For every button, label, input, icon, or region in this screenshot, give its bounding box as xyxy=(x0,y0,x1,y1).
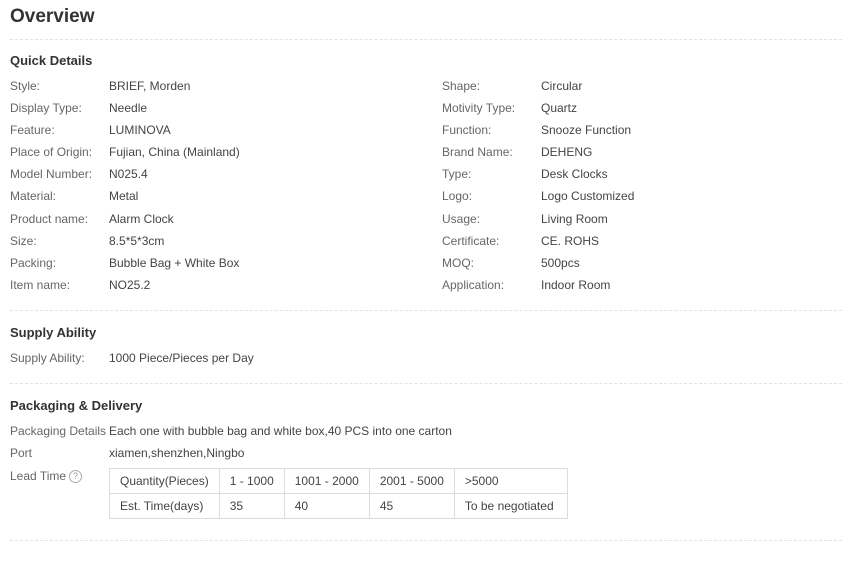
detail-value: Needle xyxy=(109,101,148,115)
detail-row-size: Size: 8.5*5*3cm xyxy=(10,233,164,249)
detail-label: Type: xyxy=(442,167,472,181)
detail-label: Material: xyxy=(10,189,57,203)
supply-ability-heading: Supply Ability xyxy=(10,325,97,340)
detail-label: Application: xyxy=(442,278,505,292)
detail-row-product-name: Product name: Alarm Clock xyxy=(10,211,174,227)
detail-value: Circular xyxy=(541,79,583,93)
table-cell: To be negotiated xyxy=(453,493,568,519)
port-row: Port xiamen,shenzhen,Ningbo xyxy=(10,445,244,461)
detail-value: Quartz xyxy=(541,101,578,115)
lead-time-table: Quantity(Pieces) 1 - 1000 1001 - 2000 20… xyxy=(109,468,568,519)
detail-label: Style: xyxy=(10,79,41,93)
detail-value: BRIEF, Morden xyxy=(109,79,191,93)
detail-row-usage: Usage: Living Room xyxy=(442,211,608,227)
detail-value: Desk Clocks xyxy=(541,167,608,181)
detail-row-material: Material: Metal xyxy=(10,188,138,204)
detail-value: Metal xyxy=(109,189,139,203)
detail-label: Feature: xyxy=(10,123,55,137)
detail-row-item-name: Item name: NO25.2 xyxy=(10,277,150,293)
detail-label: Supply Ability: xyxy=(10,351,85,365)
detail-value: xiamen,shenzhen,Ningbo xyxy=(109,446,245,460)
detail-label: Motivity Type: xyxy=(442,101,516,115)
detail-value: Alarm Clock xyxy=(109,212,174,226)
quick-details-heading: Quick Details xyxy=(10,53,93,68)
page-title: Overview xyxy=(10,6,95,27)
table-cell: 40 xyxy=(283,493,370,519)
detail-label: Model Number: xyxy=(10,167,93,181)
packaging-delivery-heading: Packaging & Delivery xyxy=(10,398,143,413)
table-cell: Est. Time(days) xyxy=(109,493,220,519)
detail-row-moq: MOQ: 500pcs xyxy=(442,255,580,271)
overview-page: Overview Quick Details Style: BRIEF, Mord… xyxy=(0,0,850,570)
detail-value: Living Room xyxy=(541,212,608,226)
detail-value: Each one with bubble bag and white box,4… xyxy=(109,424,452,438)
divider xyxy=(10,540,842,541)
detail-row-type: Type: Desk Clocks xyxy=(442,166,608,182)
detail-row-style: Style: BRIEF, Morden xyxy=(10,78,190,94)
table-cell: 45 xyxy=(368,493,455,519)
lead-time-label-row: Lead Time? xyxy=(10,468,83,484)
table-cell: Quantity(Pieces) xyxy=(109,468,220,494)
divider xyxy=(10,383,842,384)
detail-label: Display Type: xyxy=(10,101,82,115)
detail-row-logo: Logo: Logo Customized xyxy=(442,188,634,204)
detail-value: 1000 Piece/Pieces per Day xyxy=(109,351,254,365)
table-cell: >5000 xyxy=(453,468,568,494)
detail-row-shape: Shape: Circular xyxy=(442,78,582,94)
detail-label: Product name: xyxy=(10,212,89,226)
table-cell: 2001 - 5000 xyxy=(368,468,455,494)
divider xyxy=(10,310,842,311)
detail-value: DEHENG xyxy=(541,145,593,159)
detail-label: MOQ: xyxy=(442,256,474,270)
detail-row-function: Function: Snooze Function xyxy=(442,122,631,138)
detail-row-model-number: Model Number: N025.4 xyxy=(10,166,148,182)
lead-time-label: Lead Time xyxy=(10,469,67,483)
table-cell: 1 - 1000 xyxy=(218,468,285,494)
detail-label: Item name: xyxy=(10,278,71,292)
detail-label: Port xyxy=(10,446,33,460)
table-cell: 1001 - 2000 xyxy=(283,468,370,494)
detail-label: Packaging Details xyxy=(10,424,107,438)
detail-value: CE. ROHS xyxy=(541,234,600,248)
detail-value: N025.4 xyxy=(109,167,148,181)
detail-value: Bubble Bag + White Box xyxy=(109,256,240,270)
detail-value: 500pcs xyxy=(541,256,580,270)
detail-row-place-of-origin: Place of Origin: Fujian, China (Mainland) xyxy=(10,144,240,160)
table-row: Quantity(Pieces) 1 - 1000 1001 - 2000 20… xyxy=(109,468,568,494)
detail-label: Logo: xyxy=(442,189,473,203)
detail-value: 8.5*5*3cm xyxy=(109,234,165,248)
detail-row-feature: Feature: LUMINOVA xyxy=(10,122,171,138)
detail-label: Shape: xyxy=(442,79,481,93)
detail-value: NO25.2 xyxy=(109,278,151,292)
detail-row-display-type: Display Type: Needle xyxy=(10,100,147,116)
detail-row-brand-name: Brand Name: DEHENG xyxy=(442,144,592,160)
help-icon[interactable]: ? xyxy=(69,470,83,484)
detail-value: LUMINOVA xyxy=(109,123,171,137)
table-cell: 35 xyxy=(218,493,285,519)
detail-label: Certificate: xyxy=(442,234,500,248)
detail-label: Size: xyxy=(10,234,37,248)
detail-label: Function: xyxy=(442,123,492,137)
detail-label: Usage: xyxy=(442,212,481,226)
table-row: Est. Time(days) 35 40 45 To be negotiate… xyxy=(109,493,568,519)
detail-row-packing: Packing: Bubble Bag + White Box xyxy=(10,255,239,271)
packaging-details-row: Packaging Details Each one with bubble ba… xyxy=(10,423,452,439)
detail-label: Brand Name: xyxy=(442,145,513,159)
detail-value: Fujian, China (Mainland) xyxy=(109,145,240,159)
detail-row-motivity-type: Motivity Type: Quartz xyxy=(442,100,577,116)
detail-value: Logo Customized xyxy=(541,189,635,203)
divider xyxy=(10,39,842,40)
supply-ability-row: Supply Ability: 1000 Piece/Pieces per Day xyxy=(10,350,254,366)
detail-value: Snooze Function xyxy=(541,123,632,137)
detail-label: Place of Origin: xyxy=(10,145,93,159)
detail-row-certificate: Certificate: CE. ROHS xyxy=(442,233,599,249)
detail-label: Packing: xyxy=(10,256,57,270)
detail-value: Indoor Room xyxy=(541,278,611,292)
detail-row-application: Application: Indoor Room xyxy=(442,277,610,293)
